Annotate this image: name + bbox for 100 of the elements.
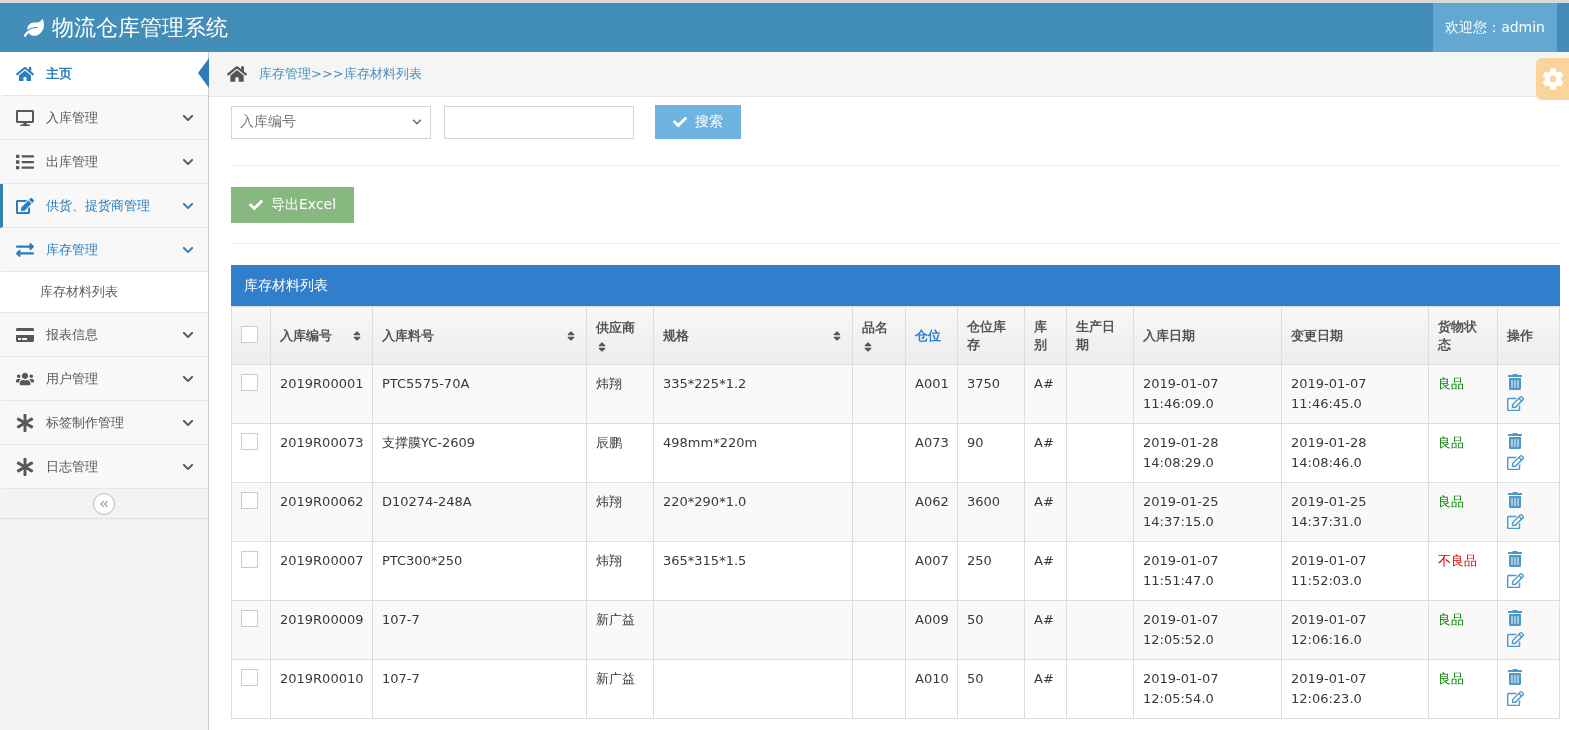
- collapse-button[interactable]: [93, 492, 115, 515]
- status-text: 良品: [1438, 494, 1464, 509]
- table-cell: 2019-01-07 12:05:52.0: [1133, 600, 1282, 660]
- sort-icon: [862, 340, 874, 353]
- table-cell: [1066, 482, 1134, 542]
- column-header: 操作: [1497, 306, 1560, 365]
- table-cell: 220*290*1.0: [653, 482, 853, 542]
- checkbox[interactable]: [241, 325, 258, 343]
- breadcrumb-link[interactable]: 库存管理>>>库存材料列表: [259, 65, 422, 83]
- table-cell: [852, 541, 906, 601]
- table-cell: 2019R00001: [270, 364, 373, 424]
- menu-icon: [16, 325, 34, 344]
- table-cell: 2019R00073: [270, 423, 373, 483]
- table-cell: A062: [905, 482, 958, 542]
- sidebar-item[interactable]: 主页: [0, 52, 208, 96]
- table-cell: 2019-01-07 12:05:54.0: [1133, 659, 1282, 719]
- sidebar-item[interactable]: 库存管理: [0, 228, 208, 272]
- table-cell: 50: [957, 600, 1025, 660]
- table-cell: 2019-01-25 14:37:15.0: [1133, 482, 1282, 542]
- table-cell: [1066, 659, 1134, 719]
- table-cell: A007: [905, 541, 958, 601]
- table-cell: 2019-01-07 11:46:45.0: [1281, 364, 1429, 424]
- table-cell: [852, 364, 906, 424]
- status-text: 良品: [1438, 376, 1464, 391]
- table-cell: 2019-01-07 12:06:16.0: [1281, 600, 1429, 660]
- welcome-text: 欢迎您：admin: [1433, 3, 1557, 52]
- table-cell: 炜翔: [586, 541, 654, 601]
- table-cell: 90: [957, 423, 1025, 483]
- checkbox[interactable]: [241, 374, 258, 391]
- checkbox[interactable]: [241, 669, 258, 686]
- column-header: 货物状态: [1428, 306, 1498, 365]
- table-cell: D10274-248A: [372, 482, 587, 542]
- checkbox[interactable]: [241, 433, 258, 450]
- table-cell: 498mm*220m: [653, 423, 853, 483]
- table-cell: 新广益: [586, 600, 654, 660]
- table-title: 库存材料列表: [231, 265, 1560, 306]
- column-header: 库别: [1024, 306, 1067, 365]
- table-cell: 107-7: [372, 600, 587, 660]
- sidebar-item[interactable]: 日志管理: [0, 445, 208, 489]
- app-title: 物流仓库管理系统: [52, 13, 228, 42]
- column-header[interactable]: 品名: [852, 306, 906, 365]
- sidebar-item[interactable]: 入库管理: [0, 96, 208, 140]
- table-cell: 2019-01-07 12:06:23.0: [1281, 659, 1429, 719]
- double-chevron-left-icon: [99, 498, 109, 509]
- leaf-icon: [24, 17, 44, 38]
- table-cell: A#: [1024, 541, 1067, 601]
- search-input[interactable]: [444, 105, 634, 139]
- table-cell: 50: [957, 659, 1025, 719]
- table-cell: A#: [1024, 364, 1067, 424]
- status-text: 良品: [1438, 435, 1464, 450]
- gear-icon: [1541, 68, 1564, 90]
- column-header: 生产日期: [1066, 306, 1134, 365]
- table-cell: [1066, 600, 1134, 660]
- menu-icon: [16, 152, 34, 171]
- checkbox[interactable]: [241, 610, 258, 627]
- sidebar-item[interactable]: 报表信息: [0, 313, 208, 357]
- table-cell: 3600: [957, 482, 1025, 542]
- table-cell: 2019-01-28 14:08:46.0: [1281, 423, 1429, 483]
- checkbox[interactable]: [241, 492, 258, 509]
- table-cell: 2019R00007: [270, 541, 373, 601]
- table-cell: 2019-01-07 11:51:47.0: [1133, 541, 1282, 601]
- sidebar-item[interactable]: 用户管理: [0, 357, 208, 401]
- table-cell: A001: [905, 364, 958, 424]
- check-icon: [249, 198, 263, 212]
- sidebar-item[interactable]: 标签制作管理: [0, 401, 208, 445]
- table-cell: [852, 600, 906, 660]
- column-header[interactable]: 供应商: [586, 306, 654, 365]
- table-cell: A010: [905, 659, 958, 719]
- sort-icon: [596, 340, 608, 353]
- table-cell: 支撑膜YC-2609: [372, 423, 587, 483]
- field-select[interactable]: 入库编号: [231, 105, 431, 139]
- table-cell: 辰鹏: [586, 423, 654, 483]
- column-header: 仓位: [905, 306, 958, 365]
- sidebar-item[interactable]: 供货、提货商管理: [0, 184, 208, 228]
- table-cell: PTC5575-70A: [372, 364, 587, 424]
- submenu-item[interactable]: 库存材料列表: [0, 272, 208, 313]
- column-header[interactable]: 规格: [653, 306, 853, 365]
- sidebar-item[interactable]: 出库管理: [0, 140, 208, 184]
- table-cell: A#: [1024, 482, 1067, 542]
- sort-icon: [565, 329, 577, 342]
- table-cell: [852, 659, 906, 719]
- menu-icon: [16, 240, 34, 259]
- menu-icon: [16, 457, 34, 476]
- table-cell: 2019-01-07 11:46:09.0: [1133, 364, 1282, 424]
- menu-icon: [16, 413, 34, 432]
- status-text: 良品: [1438, 612, 1464, 627]
- column-header: 仓位库存: [957, 306, 1025, 365]
- table-cell: A073: [905, 423, 958, 483]
- status-text: 不良品: [1438, 553, 1477, 568]
- checkbox[interactable]: [241, 551, 258, 568]
- table-cell: [852, 482, 906, 542]
- column-header[interactable]: 入库编号: [270, 306, 373, 365]
- home-icon[interactable]: [227, 64, 247, 84]
- table-cell: 2019R00009: [270, 600, 373, 660]
- table-cell: 335*225*1.2: [653, 364, 853, 424]
- table-cell: [1066, 541, 1134, 601]
- column-header: 入库日期: [1133, 306, 1282, 365]
- column-header[interactable]: 入库料号: [372, 306, 587, 365]
- table-cell: [1066, 423, 1134, 483]
- menu-icon: [16, 108, 34, 127]
